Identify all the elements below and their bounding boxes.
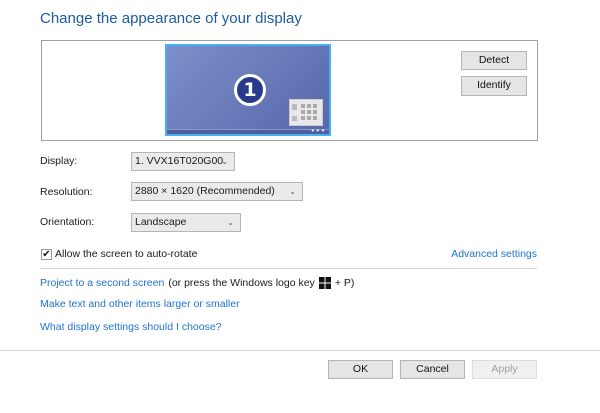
taskbar (167, 129, 329, 134)
project-hint: (or press the Windows logo key (168, 277, 315, 289)
project-hint-end: + P) (334, 277, 355, 289)
orientation-dropdown[interactable]: Landscape ⌄ (131, 213, 241, 232)
cancel-button[interactable]: Cancel (400, 360, 465, 379)
resolution-value: 2880 × 1620 (Recommended) (135, 185, 275, 197)
chevron-down-icon: ⌄ (289, 187, 296, 196)
auto-rotate-label[interactable]: Allow the screen to auto-rotate (55, 248, 197, 260)
page-title: Change the appearance of your display (40, 10, 302, 27)
chevron-down-icon: ⌄ (221, 157, 228, 166)
project-second-screen-link[interactable]: Project to a second screen (40, 277, 164, 289)
chevron-down-icon: ⌄ (227, 218, 234, 227)
display-label: Display: (40, 155, 78, 167)
detect-button[interactable]: Detect (461, 51, 527, 70)
text-size-link[interactable]: Make text and other items larger or smal… (40, 298, 240, 310)
display-dropdown[interactable]: 1. VVX16T020G00 ⌄ (131, 152, 235, 171)
advanced-settings-link[interactable]: Advanced settings (451, 248, 537, 260)
monitor-1-thumbnail[interactable]: 1 ••• (165, 44, 331, 136)
ok-button[interactable]: OK (328, 360, 393, 379)
monitor-number: 1 (234, 74, 266, 106)
display-preview: 1 ••• Detect Identify (41, 40, 538, 141)
apply-button[interactable]: Apply (472, 360, 537, 379)
help-link[interactable]: What display settings should I choose? (40, 321, 222, 333)
display-value: 1. VVX16T020G00 (135, 155, 224, 167)
start-screen-icon (289, 99, 323, 126)
identify-button[interactable]: Identify (461, 76, 527, 96)
windows-logo-icon (318, 277, 331, 289)
resolution-label: Resolution: (40, 186, 93, 198)
footer-divider (0, 350, 600, 351)
orientation-value: Landscape (135, 216, 187, 228)
auto-rotate-checkbox[interactable]: ✔ (41, 249, 52, 260)
resolution-dropdown[interactable]: 2880 × 1620 (Recommended) ⌄ (131, 182, 303, 201)
orientation-label: Orientation: (40, 216, 95, 228)
divider (40, 268, 537, 269)
more-icon: ••• (310, 127, 326, 135)
